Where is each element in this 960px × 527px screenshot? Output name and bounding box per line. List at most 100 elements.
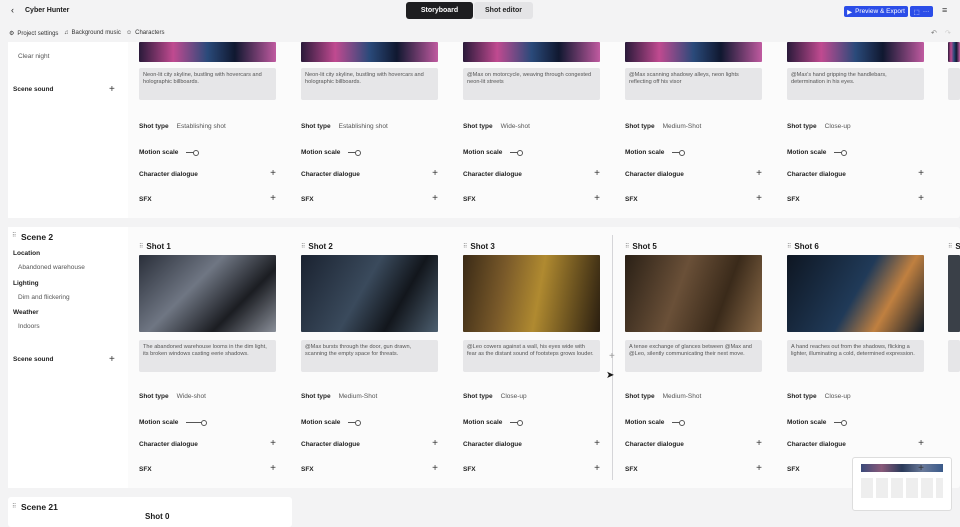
shot-description[interactable] [948,68,960,100]
shot-image[interactable] [948,42,960,62]
add-sfx-icon[interactable]: + [270,464,276,474]
shot-type-value[interactable]: Medium-Shot [663,393,702,400]
motion-scale-slider[interactable] [186,150,200,156]
shot-type-row[interactable]: Shot type Close-up [787,393,924,400]
add-dialogue-icon[interactable]: + [594,439,600,449]
motion-scale-slider[interactable] [510,150,524,156]
shot-description[interactable]: @Max on motorcycle, weaving through cong… [463,68,600,100]
shot-image[interactable] [301,42,438,62]
shot-type-row[interactable]: Shot type Medium-Shot [625,123,762,130]
motion-scale-slider[interactable] [186,420,208,426]
shot-type-value[interactable]: Wide-shot [177,393,206,400]
shot-description[interactable]: @Max's hand gripping the handlebars, det… [787,68,924,100]
shot-description[interactable]: @Leo cowers against a wall, his eyes wid… [463,340,600,372]
shot-description[interactable]: The abandoned warehouse looms in the dim… [139,340,276,372]
location-value[interactable]: Abandoned warehouse [18,264,85,271]
shot-description[interactable]: Neon-lit city skyline, bustling with hov… [301,68,438,100]
add-dialogue-icon[interactable]: + [594,169,600,179]
shot-type-row[interactable]: Shot type Close-up [463,393,600,400]
shot-type-value[interactable]: Wide-shot [501,123,530,130]
shot-description[interactable]: A hand reaches out from the shadows, fli… [787,340,924,372]
drag-handle-icon[interactable]: ⠿ [301,243,305,250]
drag-handle-icon[interactable]: ⠿ [787,243,791,250]
shot-image[interactable] [787,42,924,62]
shot-image[interactable] [948,255,960,332]
shot-image[interactable] [139,42,276,62]
add-sfx-icon[interactable]: + [270,194,276,204]
lighting-value[interactable]: Dim and flickering [18,294,70,301]
shot-type-row[interactable]: Shot type Wide-shot [463,123,600,130]
add-scene-sound-icon[interactable]: + [109,85,115,95]
add-sfx-icon[interactable]: + [432,194,438,204]
shot-image[interactable] [463,255,600,332]
preview-export-button[interactable]: ▶ Preview & Export [844,6,908,17]
tab-storyboard[interactable]: Storyboard [406,2,473,19]
redo-icon[interactable]: ↷ [945,29,951,37]
drag-handle-icon[interactable]: ⠿ [12,232,16,239]
motion-scale-slider[interactable] [834,150,848,156]
shot-type-row[interactable]: Shot type Close-up [787,123,924,130]
shot-type-value[interactable]: Establishing shot [339,123,388,130]
shot-description[interactable] [948,340,960,372]
shot-type-value[interactable]: Close-up [501,393,527,400]
add-sfx-icon[interactable]: + [432,464,438,474]
motion-scale-slider[interactable] [672,150,686,156]
motion-scale-slider[interactable] [348,150,362,156]
add-sfx-icon[interactable]: + [918,194,924,204]
characters-button[interactable]: ☺ Characters [126,30,164,36]
drag-handle-icon[interactable]: ⠿ [139,243,143,250]
shot-type-row[interactable]: Shot type Medium-Shot [625,393,762,400]
insert-shot-icon[interactable]: + [609,352,615,362]
shot-image[interactable] [139,255,276,332]
motion-scale-slider[interactable] [348,420,362,426]
add-dialogue-icon[interactable]: + [270,169,276,179]
weather-value[interactable]: Indoors [18,323,40,330]
add-dialogue-icon[interactable]: + [918,169,924,179]
project-settings-button[interactable]: ⚙ Project settings [9,30,58,38]
share-button[interactable]: ⬚ ··· [910,6,933,17]
add-dialogue-icon[interactable]: + [270,439,276,449]
add-dialogue-icon[interactable]: + [432,169,438,179]
shot-type-value[interactable]: Medium-Shot [339,393,378,400]
hamburger-icon[interactable]: ≡ [942,5,947,15]
drag-handle-icon[interactable]: ⠿ [625,243,629,250]
shot-image[interactable] [787,255,924,332]
shot-type-value[interactable]: Medium-Shot [663,123,702,130]
motion-scale-slider[interactable] [510,420,524,426]
add-sfx-icon[interactable]: + [756,194,762,204]
shot-image[interactable] [625,42,762,62]
shot-type-value[interactable]: Establishing shot [177,123,226,130]
motion-scale-slider[interactable] [672,420,686,426]
shot-type-row[interactable]: Shot type Establishing shot [139,123,276,130]
add-dialogue-icon[interactable]: + [918,439,924,449]
shot-type-row[interactable]: Shot type Wide-shot [139,393,276,400]
undo-icon[interactable]: ↶ [931,29,937,37]
motion-scale-slider[interactable] [834,420,848,426]
drag-handle-icon[interactable]: ⠿ [948,243,952,250]
shot-image[interactable] [625,255,762,332]
shot-type-row[interactable]: Shot type Medium-Shot [301,393,438,400]
drag-handle-icon[interactable]: ⠿ [12,503,16,510]
shot-description[interactable]: A tense exchange of glances between @Max… [625,340,762,372]
shot-type-row[interactable]: Shot type Establishing shot [301,123,438,130]
shot-type-value[interactable]: Close-up [825,393,851,400]
tab-shot-editor[interactable]: Shot editor [474,2,533,19]
shot-type-value[interactable]: Close-up [825,123,851,130]
add-scene-sound-icon[interactable]: + [109,355,115,365]
add-sfx-icon[interactable]: + [594,464,600,474]
add-dialogue-icon[interactable]: + [432,439,438,449]
add-dialogue-icon[interactable]: + [756,169,762,179]
add-dialogue-icon[interactable]: + [756,439,762,449]
shot-image[interactable] [301,255,438,332]
shot-description[interactable]: @Max scanning shadowy alleys, neon light… [625,68,762,100]
shot-image[interactable] [463,42,600,62]
shot-type-label: Shot type [787,123,817,130]
background-music-button[interactable]: ♫ Background music [64,30,121,36]
shot-description[interactable]: Neon-lit city skyline, bustling with hov… [139,68,276,100]
add-sfx-icon[interactable]: + [756,464,762,474]
add-sfx-icon[interactable]: + [918,464,924,474]
add-sfx-icon[interactable]: + [594,194,600,204]
back-icon[interactable]: ‹ [11,5,14,15]
shot-description[interactable]: @Max bursts through the door, gun drawn,… [301,340,438,372]
drag-handle-icon[interactable]: ⠿ [463,243,467,250]
